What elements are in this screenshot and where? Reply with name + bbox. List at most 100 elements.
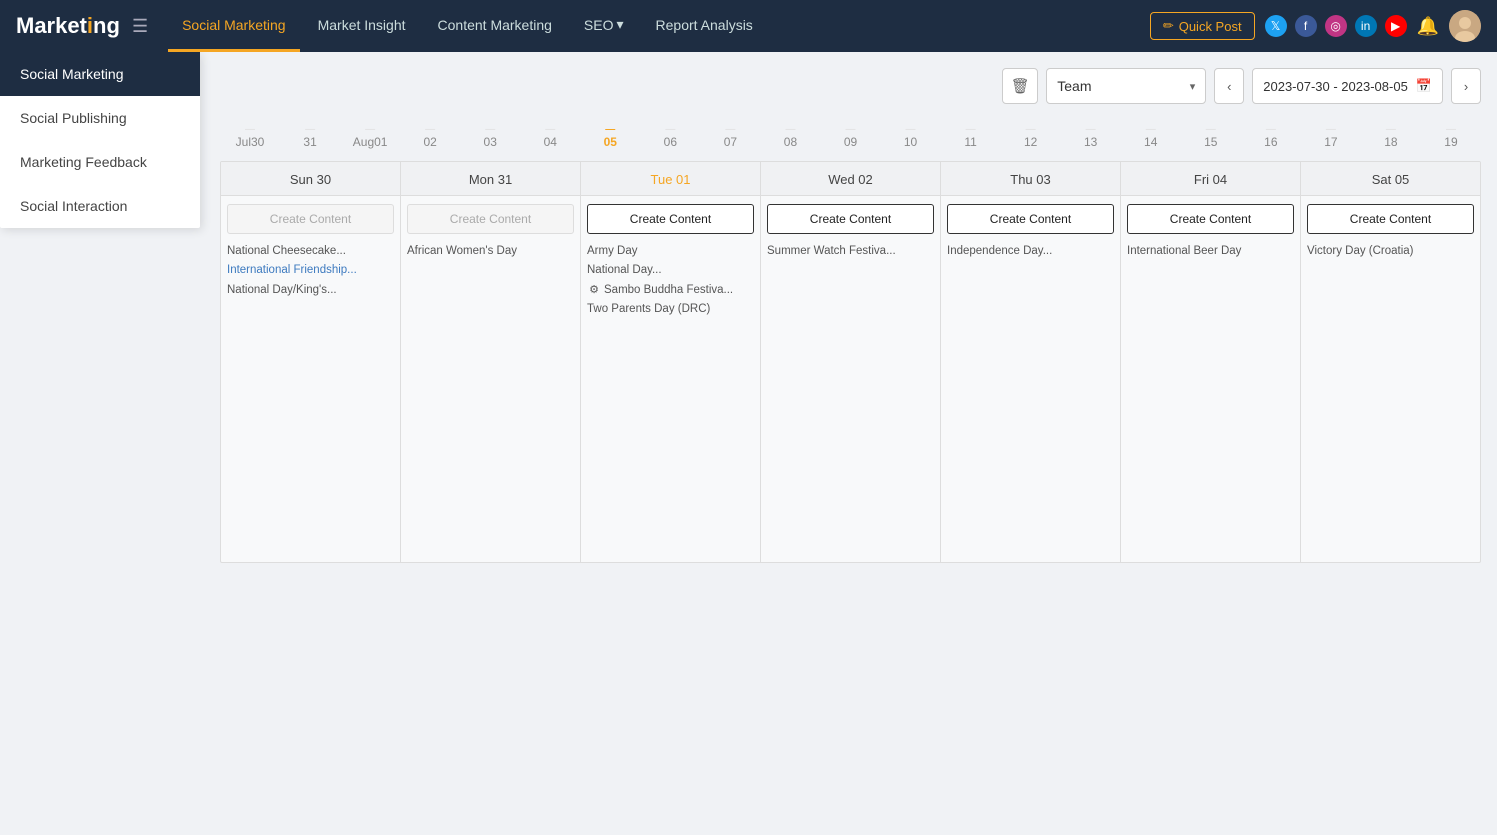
create-content-button[interactable]: Create Content — [947, 204, 1114, 234]
trash-icon: 🗑 — [1011, 77, 1030, 95]
event-item: ⚙Sambo Buddha Festiva... — [587, 281, 754, 300]
edit-icon: ✏ — [1163, 18, 1174, 34]
avatar[interactable] — [1449, 10, 1481, 42]
event-item: National Day... — [587, 261, 754, 280]
event-item: National Day/King's... — [227, 281, 394, 300]
day-body: Create Content Army DayNational Day...⚙Sa… — [581, 196, 760, 562]
create-content-button[interactable]: Create Content — [767, 204, 934, 234]
timeline-day: 02 — [400, 120, 460, 153]
day-body: Create Content National Cheesecake...Inte… — [221, 196, 400, 562]
day-column: Tue 01 Create Content Army DayNational Day… — [581, 162, 760, 562]
timeline-day: 07 — [700, 120, 760, 153]
facebook-icon[interactable]: f — [1295, 15, 1317, 37]
dropdown-social-interaction[interactable]: Social Interaction — [0, 184, 200, 228]
day-column: Sun 30 Create Content National Cheesecake.… — [221, 162, 400, 562]
main-header: Marketing ☰ Social Marketing Market Insi… — [0, 0, 1497, 52]
social-marketing-dropdown: Social Marketing Social Publishing Marke… — [0, 52, 200, 228]
timeline-day: 11 — [941, 120, 1001, 153]
timeline-day: 14 — [1121, 120, 1181, 153]
event-item: Victory Day (Croatia) — [1307, 242, 1474, 261]
nav-market-insight[interactable]: Market Insight — [304, 0, 420, 52]
create-content-button[interactable]: Create Content — [1127, 204, 1294, 234]
timeline-day: 16 — [1241, 120, 1301, 153]
timeline-day: 17 — [1301, 120, 1361, 153]
day-header: Wed 02 — [761, 162, 940, 196]
day-header: Sat 05 — [1301, 162, 1480, 196]
day-column: Thu 03 Create Content Independence Day... — [941, 162, 1120, 562]
timeline-bar: Jul3031Aug010203040506070809101112131415… — [220, 120, 1481, 157]
timeline-day: 19 — [1421, 120, 1481, 153]
timeline-day: 09 — [820, 120, 880, 153]
timeline-day: 05 — [580, 120, 640, 153]
day-header: Tue 01 — [581, 162, 760, 196]
day-column: Sat 05 Create Content Victory Day (Croatia… — [1301, 162, 1480, 562]
event-item: African Women's Day — [407, 242, 574, 261]
trash-button[interactable]: 🗑 — [1002, 68, 1038, 104]
day-body: Create Content Independence Day... — [941, 196, 1120, 562]
date-range-display: 2023-07-30 - 2023-08-05 📅 — [1252, 68, 1443, 104]
prev-week-button[interactable]: ‹ — [1214, 68, 1244, 104]
timeline-day: 08 — [760, 120, 820, 153]
day-column: Mon 31 Create Content African Women's Day — [401, 162, 580, 562]
timeline-day: 18 — [1361, 120, 1421, 153]
day-column: Wed 02 Create Content Summer Watch Festiva… — [761, 162, 940, 562]
create-content-button[interactable]: Create Content — [227, 204, 394, 234]
social-icons-group: 𝕏 f ◎ in ▶ — [1265, 15, 1407, 37]
timeline-day: 15 — [1181, 120, 1241, 153]
event-item: Army Day — [587, 242, 754, 261]
notification-icon[interactable]: 🔔 — [1417, 16, 1439, 37]
event-item: Two Parents Day (DRC) — [587, 300, 754, 319]
timeline-day: Jul30 — [220, 120, 280, 153]
team-selector[interactable]: Team ▾ — [1046, 68, 1206, 104]
dropdown-marketing-feedback[interactable]: Marketing Feedback — [0, 140, 200, 184]
timeline-day: 06 — [640, 120, 700, 153]
nav-content-marketing[interactable]: Content Marketing — [424, 0, 566, 52]
youtube-icon[interactable]: ▶ — [1385, 15, 1407, 37]
header-right: ✏ Quick Post 𝕏 f ◎ in ▶ 🔔 — [1150, 10, 1481, 42]
dropdown-social-marketing[interactable]: Social Marketing — [0, 52, 200, 96]
logo-text: Marketing — [16, 13, 120, 39]
timeline-day: 04 — [520, 120, 580, 153]
day-body: Create Content International Beer Day — [1121, 196, 1300, 562]
create-content-button[interactable]: Create Content — [407, 204, 574, 234]
day-header: Mon 31 — [401, 162, 580, 196]
create-content-button[interactable]: Create Content — [587, 204, 754, 234]
timeline-day: Aug01 — [340, 120, 400, 153]
nav-report-analysis[interactable]: Report Analysis — [642, 0, 767, 52]
create-content-button[interactable]: Create Content — [1307, 204, 1474, 234]
next-week-button[interactable]: › — [1451, 68, 1481, 104]
timeline-day: 13 — [1061, 120, 1121, 153]
day-header: Fri 04 — [1121, 162, 1300, 196]
event-item: International Friendship... — [227, 261, 394, 280]
special-event-icon: ⚙ — [587, 283, 601, 297]
logo: Marketing — [16, 13, 120, 39]
day-header: Thu 03 — [941, 162, 1120, 196]
calendar-icon: 📅 — [1416, 78, 1432, 94]
timeline-day: 12 — [1001, 120, 1061, 153]
nav-social-marketing[interactable]: Social Marketing — [168, 0, 300, 52]
event-item: National Cheesecake... — [227, 242, 394, 261]
event-item: Independence Day... — [947, 242, 1114, 261]
timeline-day: 03 — [460, 120, 520, 153]
day-body: Create Content Summer Watch Festiva... — [761, 196, 940, 562]
day-body: Create Content African Women's Day — [401, 196, 580, 562]
event-item: International Beer Day — [1127, 242, 1294, 261]
nav-seo[interactable]: SEO ▾ — [570, 0, 638, 52]
main-container: Social Marketing Social Publishing Marke… — [0, 52, 1497, 579]
instagram-icon[interactable]: ◎ — [1325, 15, 1347, 37]
day-column: Fri 04 Create Content International Beer D… — [1121, 162, 1300, 562]
hamburger-icon[interactable]: ☰ — [132, 16, 148, 37]
calendar-area: 🗑 Team ▾ ‹ 2023-07-30 - 2023-08-05 📅 › J… — [0, 52, 1497, 579]
day-header: Sun 30 — [221, 162, 400, 196]
chevron-down-icon: ▾ — [617, 16, 624, 33]
event-item: Summer Watch Festiva... — [767, 242, 934, 261]
dropdown-social-publishing[interactable]: Social Publishing — [0, 96, 200, 140]
timeline-day: 10 — [881, 120, 941, 153]
linkedin-icon[interactable]: in — [1355, 15, 1377, 37]
chevron-down-icon: ▾ — [1190, 80, 1196, 93]
quick-post-button[interactable]: ✏ Quick Post — [1150, 12, 1255, 40]
timeline-day: 31 — [280, 120, 340, 153]
twitter-icon[interactable]: 𝕏 — [1265, 15, 1287, 37]
day-body: Create Content Victory Day (Croatia) — [1301, 196, 1480, 562]
toolbar: 🗑 Team ▾ ‹ 2023-07-30 - 2023-08-05 📅 › — [220, 68, 1481, 104]
